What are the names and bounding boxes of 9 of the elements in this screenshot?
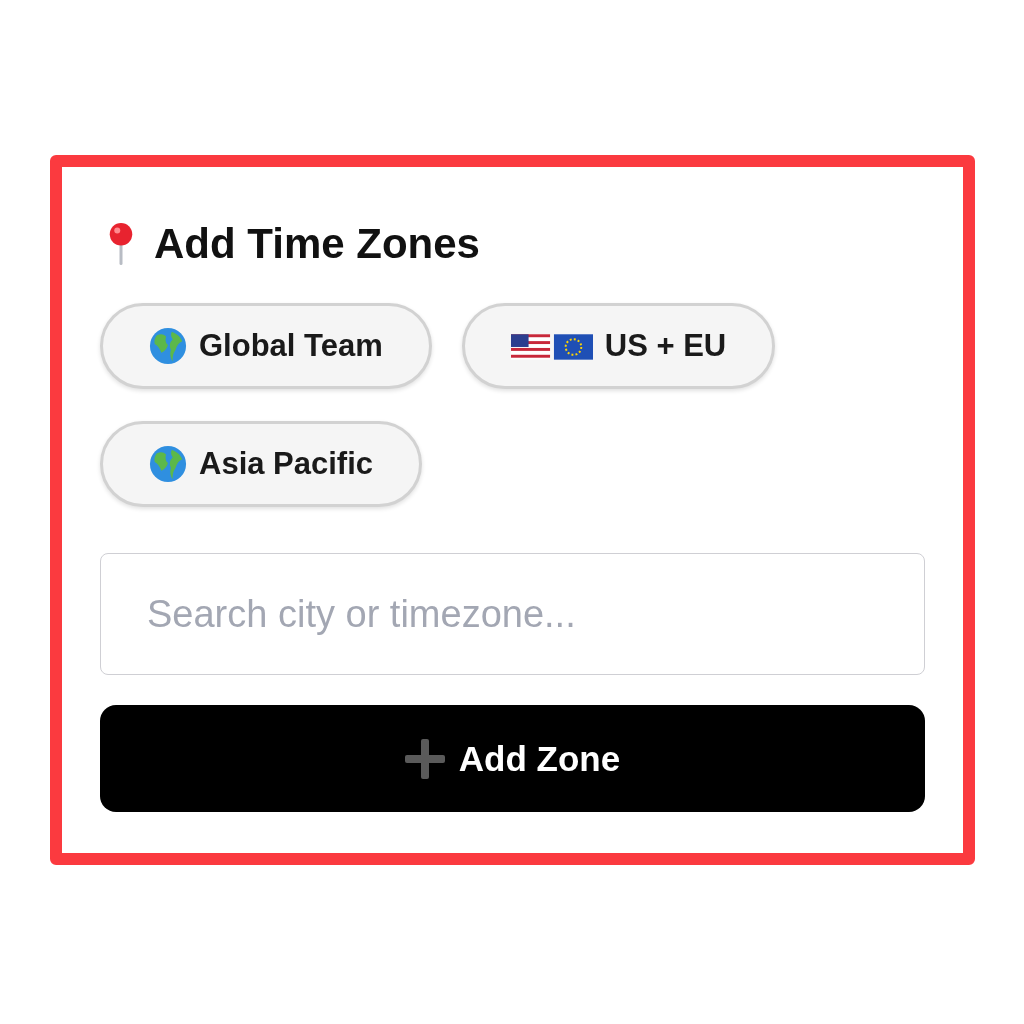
globe-icon — [149, 327, 187, 365]
preset-chip[interactable]: Global Team — [100, 303, 432, 389]
plus-icon — [404, 738, 445, 779]
search-field[interactable]: Search city or timezone... — [100, 553, 925, 675]
globe-icon — [149, 445, 187, 483]
preset-chip[interactable]: Asia Pacific — [100, 421, 423, 507]
add-zone-button[interactable]: Add Zone — [100, 705, 925, 812]
section-title: Add Time Zones — [154, 220, 480, 268]
preset-chip[interactable]: US + EU — [461, 303, 776, 389]
